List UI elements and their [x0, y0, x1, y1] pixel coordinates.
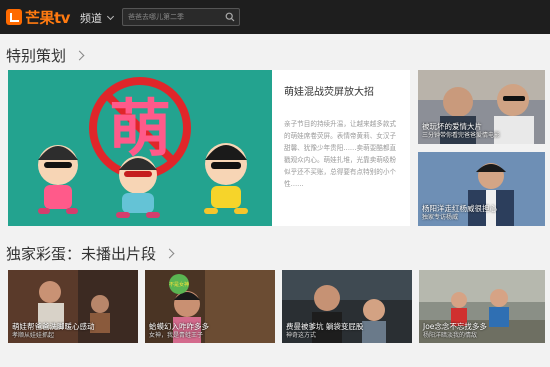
channel-label: 频道	[80, 12, 102, 25]
clip-card-1-caption: 萌娃帮爸爸洗脚暖心感动 孝顺从娃娃抓起	[12, 322, 95, 340]
logo-text: 芒果tv	[25, 8, 70, 27]
clip-card-2-caption: 蛤蟆幻入咋咋多多 女神，我是青蛙王子	[149, 322, 209, 340]
meng-character: 萌	[109, 92, 171, 165]
chevron-right-icon	[74, 50, 85, 61]
clip-card-4-title: Joe念念不忘找多多	[423, 322, 487, 331]
feature-title[interactable]: 萌娃混战荧屏放大招	[284, 83, 374, 98]
section-title-special-label: 特别策划	[6, 47, 67, 65]
chevron-down-icon	[106, 12, 115, 21]
side-card-1[interactable]: 被玩坏的爱情大片 三分钟带你看完爸爸爱情电影	[418, 70, 545, 144]
feature-banner[interactable]: 萌	[8, 70, 272, 226]
search-input[interactable]	[123, 9, 219, 25]
top-navigation-bar: 芒果tv 频道	[0, 0, 550, 34]
clip-card-3-caption: 费曼被爹坑 躺袋变屁股 神奇这方式	[286, 322, 363, 340]
side-card-1-title: 被玩坏的爱情大片	[422, 122, 482, 131]
feature-text-panel[interactable]: 萌娃混战荧屏放大招 亲子节目的持续升温，让越来越多款式的萌娃席卷荧屏。表情帝黄莉…	[272, 70, 410, 226]
channel-menu[interactable]: 频道	[80, 10, 115, 26]
section-title-exclusive[interactable]: 独家彩蛋：未播出片段	[6, 243, 175, 264]
clip-card-2[interactable]: 不是女神 蛤蟆幻入咋咋多多 女神，我是青蛙王子	[145, 270, 275, 343]
clip-card-3[interactable]: 费曼被爹坑 躺袋变屁股 神奇这方式	[282, 270, 412, 343]
clip-card-1[interactable]: 萌娃帮爸爸洗脚暖心感动 孝顺从娃娃抓起	[8, 270, 138, 343]
section-title-exclusive-label: 独家彩蛋：未播出片段	[6, 245, 157, 263]
clip-card-2-speech-bubble: 不是女神	[169, 281, 189, 288]
mango-logo-icon	[6, 9, 22, 25]
clip-card-1-subtitle: 孝顺从娃娃抓起	[12, 332, 55, 339]
side-card-2[interactable]: 杨阳洋走红杨威很担心 独家专访杨威	[418, 152, 545, 226]
mango-tv-logo[interactable]: 芒果tv	[6, 8, 70, 27]
feature-illustration: 萌	[8, 70, 272, 226]
chevron-right-icon	[164, 248, 175, 259]
clip-card-4-caption: Joe念念不忘找多多 杨阳洋暗淡我的情敌	[423, 322, 487, 340]
clip-card-1-title: 萌娃帮爸爸洗脚暖心感动	[12, 322, 95, 331]
feature-description: 亲子节目的持续升温，让越来越多款式的萌娃席卷荧屏。表情帝黄莉、女汉子甜馨、犹豫少…	[284, 120, 397, 188]
clip-card-3-subtitle: 神奇这方式	[286, 332, 317, 339]
side-card-2-title: 杨阳洋走红杨威很担心	[422, 204, 497, 213]
clip-card-2-title: 蛤蟆幻入咋咋多多	[149, 322, 209, 331]
clip-card-2-subtitle: 女神，我是青蛙王子	[149, 332, 204, 339]
clip-card-3-title: 费曼被爹坑 躺袋变屁股	[286, 322, 364, 331]
side-card-2-subtitle: 独家专访杨威	[422, 214, 459, 221]
section-title-special[interactable]: 特别策划	[6, 45, 85, 66]
side-card-1-caption: 被玩坏的爱情大片 三分钟带你看完爸爸爱情电影	[422, 122, 500, 140]
side-card-1-subtitle: 三分钟带你看完爸爸爱情电影	[422, 132, 501, 139]
clip-card-4[interactable]: Joe念念不忘找多多 杨阳洋暗淡我的情敌	[419, 270, 545, 343]
search-icon[interactable]	[225, 12, 235, 22]
clip-card-4-subtitle: 杨阳洋暗淡我的情敌	[423, 332, 478, 339]
search-box	[122, 8, 240, 26]
side-card-2-caption: 杨阳洋走红杨威很担心 独家专访杨威	[422, 204, 497, 222]
